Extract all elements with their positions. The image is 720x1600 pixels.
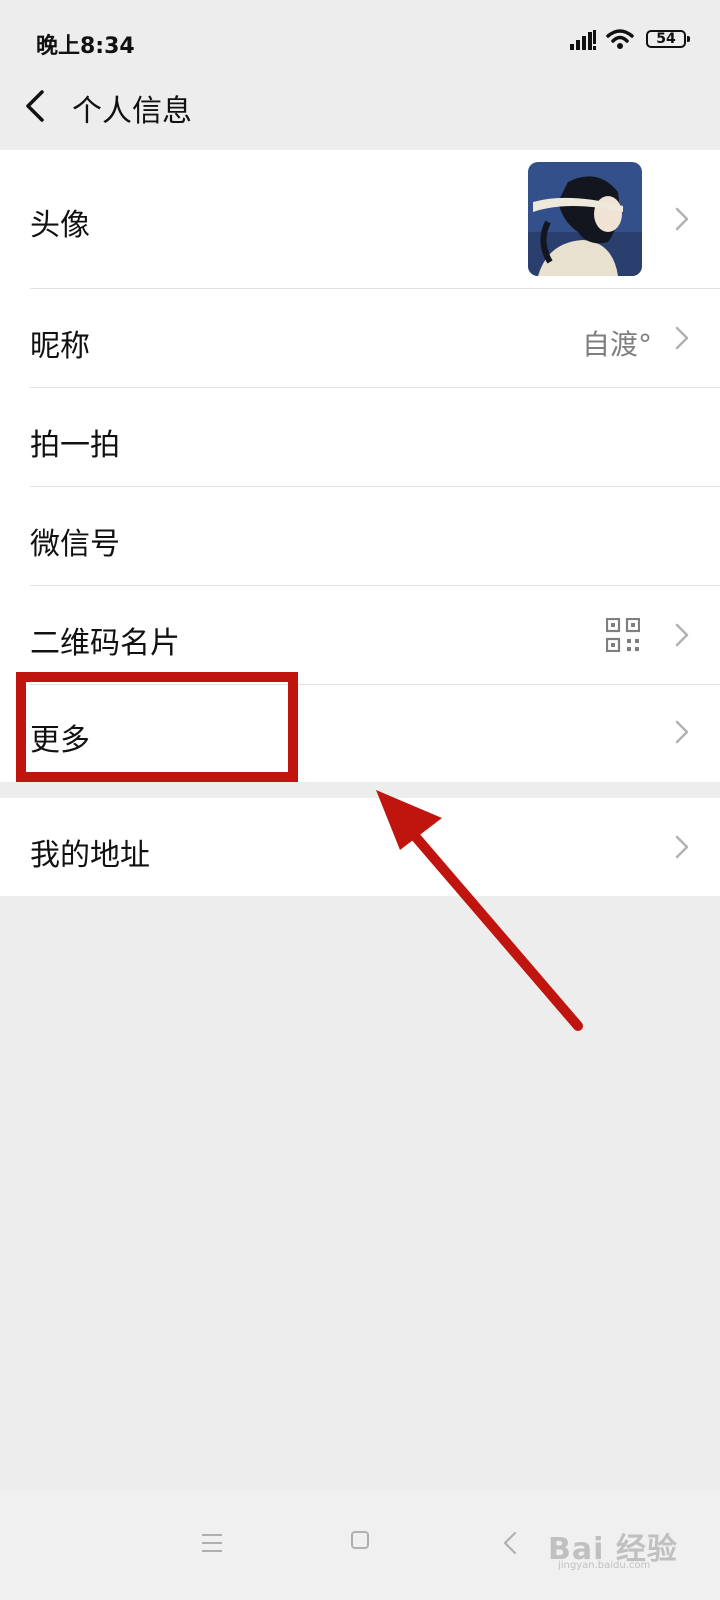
red-arrow-icon [376,790,583,1031]
chevron-right-icon [675,326,689,350]
system-nav-bar: Bai 经验 jingyan.baidu.com [0,1490,720,1600]
home-square-icon[interactable] [350,1530,370,1550]
watermark: Bai 经验 jingyan.baidu.com [548,1516,688,1576]
row-pat[interactable]: 拍一拍 [0,388,720,486]
chevron-right-icon [675,207,689,231]
row-avatar[interactable]: 头像 [0,150,720,288]
status-time: 晚上8:34 [36,34,135,59]
nickname-value: 自渡° [581,328,652,361]
row-label: 昵称 [30,329,90,364]
screen: 晚上8:34 54 个人信息 头像 昵称 自渡° 拍一拍 微信号 二维码名片 更… [0,0,720,1600]
chevron-right-icon [675,720,689,744]
signal-icon [570,30,596,50]
battery-level: 54 [656,31,676,47]
wifi-icon [606,29,634,49]
row-label: 拍一拍 [30,428,120,463]
title-bar: 个人信息 [0,66,720,148]
row-label: 二维码名片 [30,626,180,661]
back-triangle-icon[interactable] [502,1530,518,1556]
row-nickname[interactable]: 昵称 自渡° [0,289,720,387]
row-wechat-id[interactable]: 微信号 [0,487,720,585]
highlight-box [16,672,298,782]
watermark-subtext: jingyan.baidu.com [558,1560,651,1571]
avatar-image [528,162,642,276]
chevron-left-icon[interactable] [22,88,50,124]
row-label: 我的地址 [30,838,150,873]
page-title: 个人信息 [72,94,192,129]
avatar[interactable] [528,162,642,276]
menu-icon[interactable] [200,1532,224,1554]
row-qr-code[interactable]: 二维码名片 [0,586,720,684]
chevron-right-icon [675,835,689,859]
row-label: 头像 [30,208,90,243]
row-label: 微信号 [30,527,120,562]
battery-icon: 54 [646,30,690,48]
chevron-right-icon [675,623,689,647]
qr-code-icon [606,618,640,652]
